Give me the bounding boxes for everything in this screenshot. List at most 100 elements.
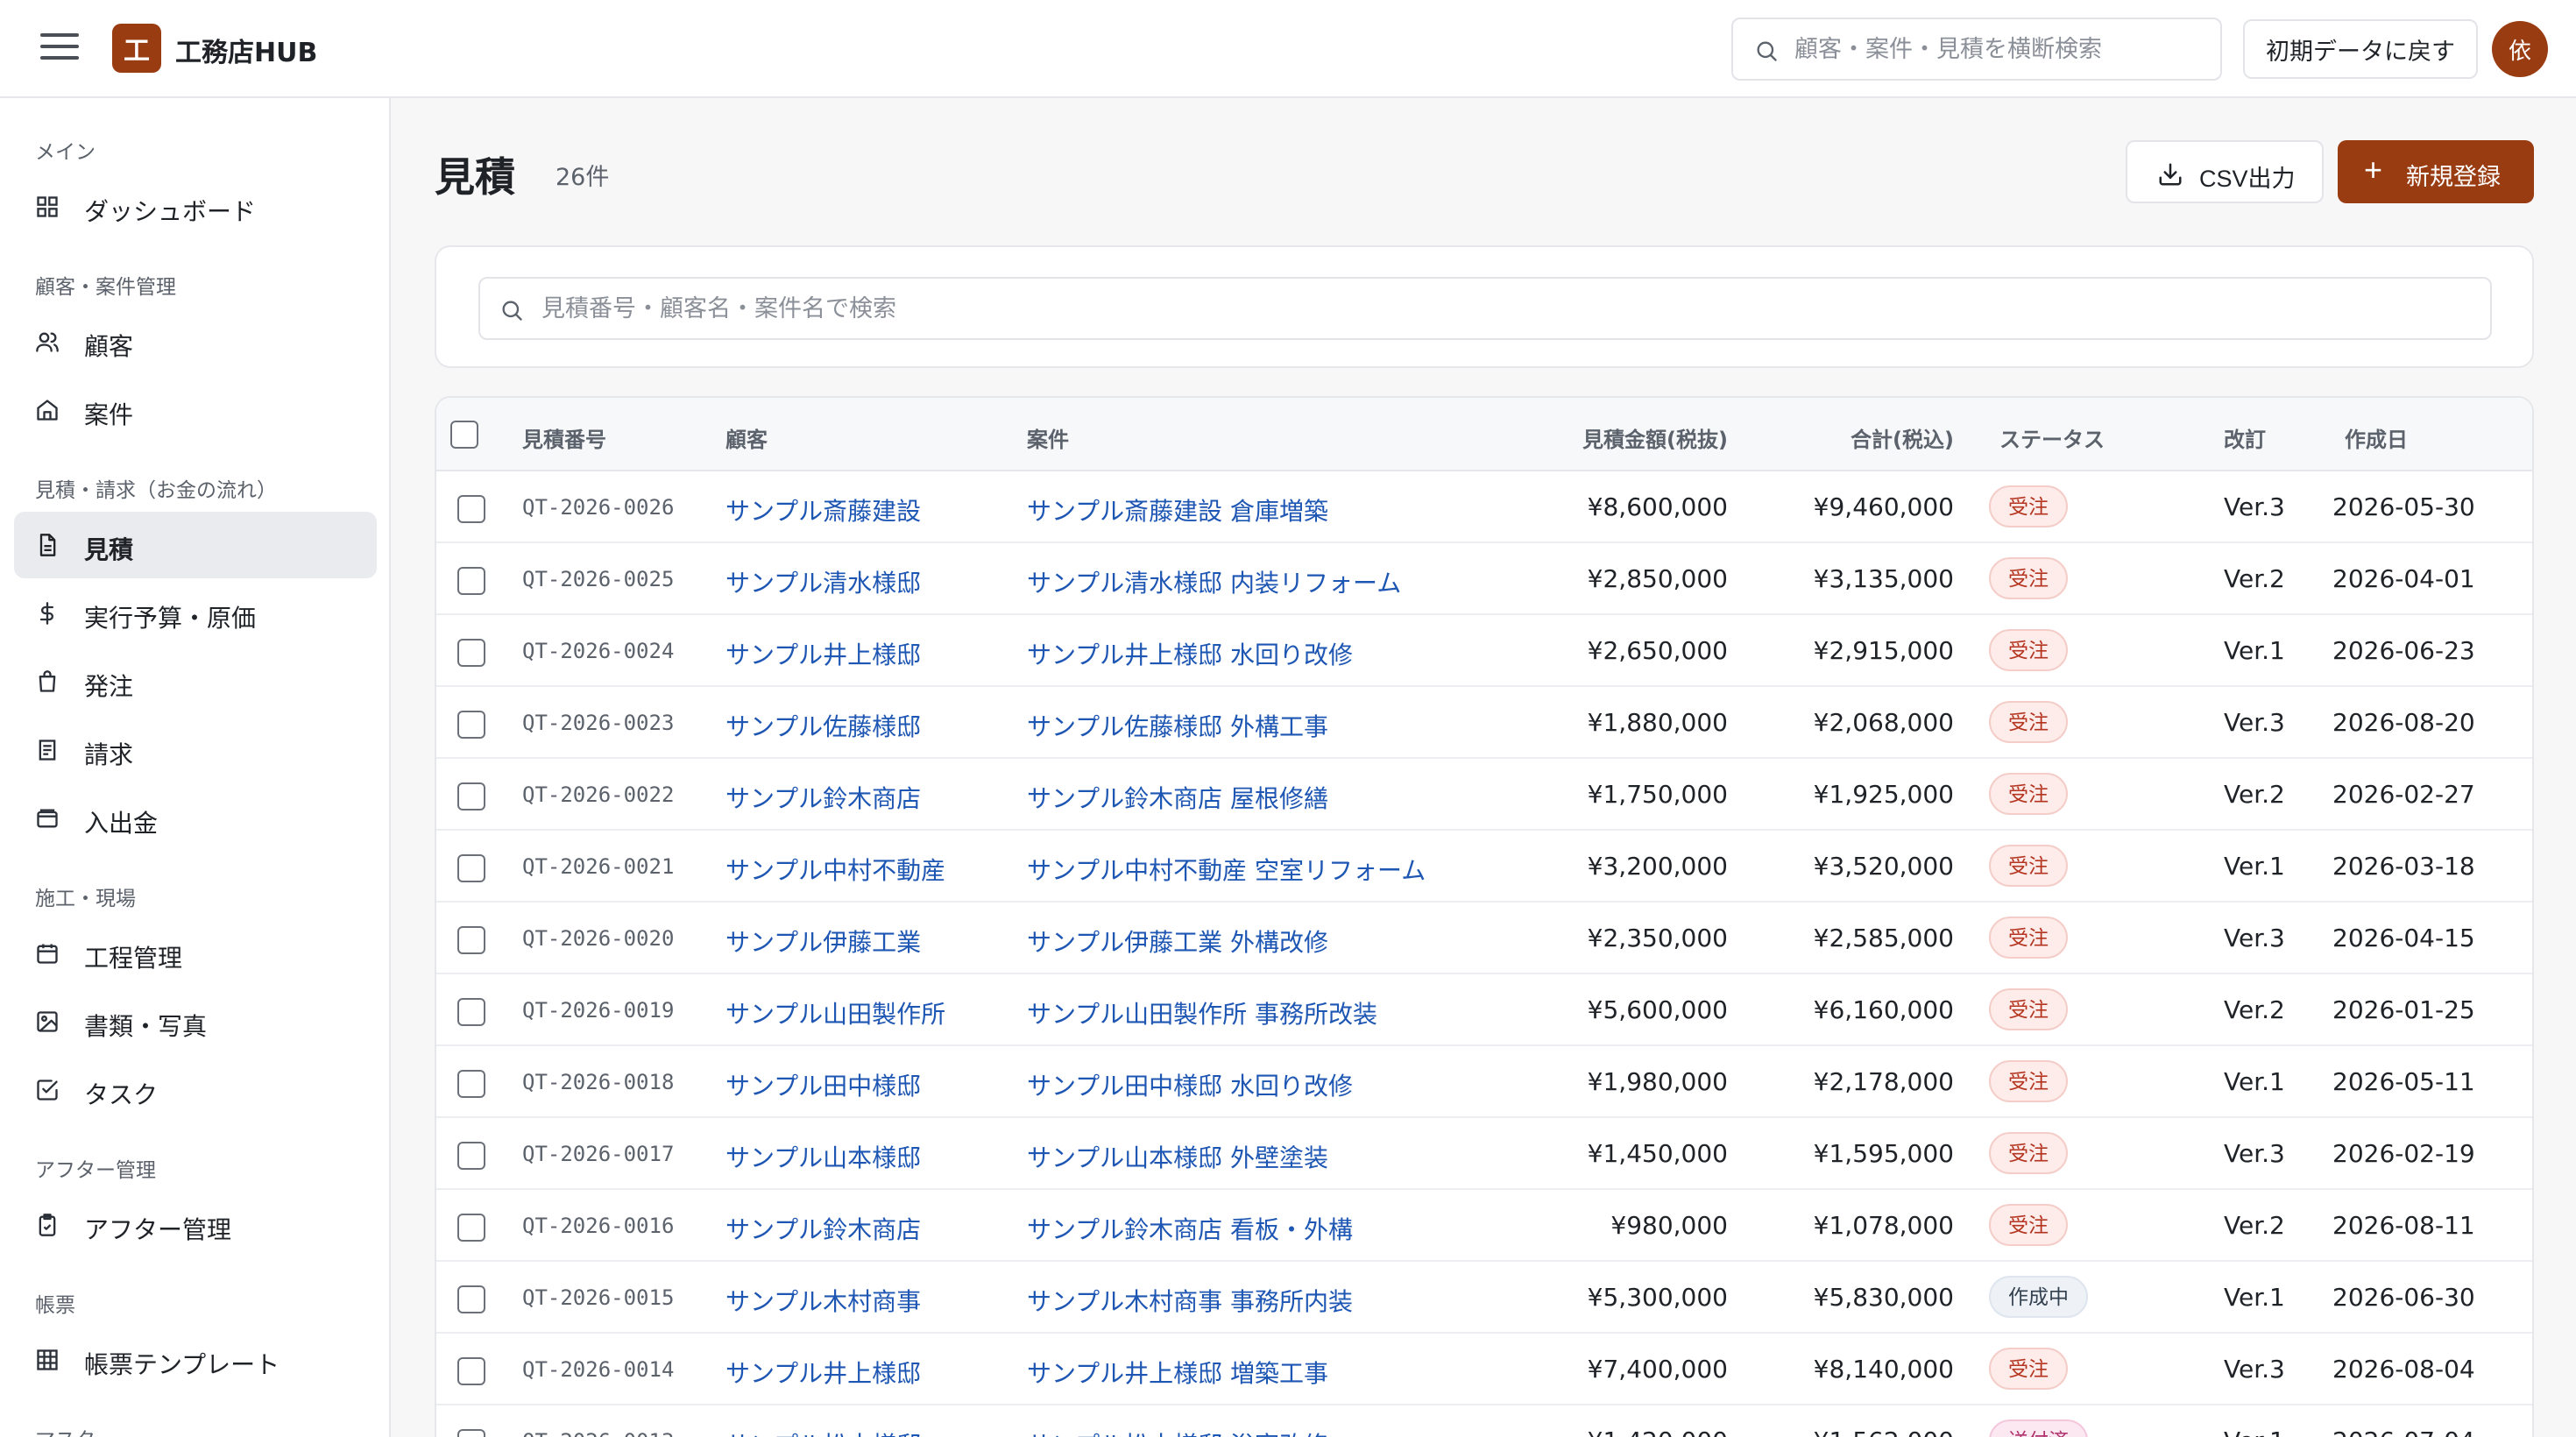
csv-export-button[interactable]: CSV出力 (2126, 140, 2324, 203)
customer-link[interactable]: サンプル中村不動産 (725, 852, 945, 887)
row-checkbox[interactable] (457, 1070, 485, 1098)
estimate-search-input[interactable] (541, 291, 2469, 326)
table-row[interactable]: QT-2026-0018 サンプル田中様邸 サンプル田中様邸 水回り改修 ¥1,980… (436, 1046, 2532, 1118)
filter-card (435, 245, 2534, 368)
customer-link[interactable]: サンプル伊藤工業 (725, 924, 921, 959)
total-amount: ¥2,915,000 (1813, 636, 1954, 665)
sidebar-item-orders[interactable]: 発注 (14, 648, 377, 715)
customer-link[interactable]: サンプル木村商事 (725, 1283, 921, 1318)
project-link[interactable]: サンプル佐藤様邸 外構工事 (1027, 708, 1328, 743)
sidebar-item-estimates[interactable]: 見積 (14, 512, 377, 578)
created-date: 2026-05-11 (2332, 1067, 2475, 1096)
row-checkbox[interactable] (457, 495, 485, 523)
sidebar-item-budget[interactable]: 実行予算・原価 (14, 580, 377, 647)
sidebar-item-documents[interactable]: 書類・写真 (14, 988, 377, 1055)
customer-link[interactable]: サンプル井上様邸 (725, 636, 921, 671)
column-header[interactable]: 改訂 (2224, 422, 2266, 453)
project-link[interactable]: サンプル木村商事 事務所内装 (1027, 1283, 1353, 1318)
row-checkbox[interactable] (457, 1142, 485, 1170)
customer-link[interactable]: サンプル山田製作所 (725, 995, 945, 1030)
sidebar-item-label: 入出金 (84, 809, 159, 838)
table-row[interactable]: QT-2026-0023 サンプル佐藤様邸 サンプル佐藤様邸 外構工事 ¥1,880,… (436, 687, 2532, 759)
sidebar-item-label: 顧客 (84, 332, 134, 361)
row-checkbox[interactable] (457, 782, 485, 811)
table-row[interactable]: QT-2026-0020 サンプル伊藤工業 サンプル伊藤工業 外構改修 ¥2,350,… (436, 903, 2532, 974)
table-row[interactable]: QT-2026-0025 サンプル清水様邸 サンプル清水様邸 内装リフォーム ¥2,8… (436, 543, 2532, 615)
customer-link[interactable]: サンプル松本様邸 (725, 1426, 921, 1437)
total-amount: ¥8,140,000 (1813, 1355, 1954, 1384)
sidebar-item-templates[interactable]: 帳票テンプレート (14, 1327, 377, 1393)
global-search-input[interactable] (1794, 32, 2206, 67)
customer-link[interactable]: サンプル田中様邸 (725, 1067, 921, 1102)
column-header[interactable]: 見積金額(税抜) (1582, 422, 1728, 453)
customer-link[interactable]: サンプル鈴木商店 (725, 1211, 921, 1246)
sidebar-item-invoices[interactable]: 請求 (14, 717, 377, 783)
project-link[interactable]: サンプル斎藤建設 倉庫増築 (1027, 492, 1328, 527)
project-link[interactable]: サンプル鈴木商店 屋根修繕 (1027, 780, 1328, 815)
customer-link[interactable]: サンプル鈴木商店 (725, 780, 921, 815)
select-all-checkbox[interactable] (450, 421, 478, 449)
project-link[interactable]: サンプル井上様邸 水回り改修 (1027, 636, 1353, 671)
menu-icon[interactable] (40, 33, 79, 63)
project-link[interactable]: サンプル山田製作所 事務所改装 (1027, 995, 1377, 1030)
customer-link[interactable]: サンプル山本様邸 (725, 1139, 921, 1174)
search-icon (1757, 41, 1777, 61)
table-row[interactable]: QT-2026-0019 サンプル山田製作所 サンプル山田製作所 事務所改装 ¥5,6… (436, 974, 2532, 1046)
customer-link[interactable]: サンプル斎藤建設 (725, 492, 921, 527)
table-row[interactable]: QT-2026-0017 サンプル山本様邸 サンプル山本様邸 外壁塗装 ¥1,450,… (436, 1118, 2532, 1190)
table-row[interactable]: QT-2026-0022 サンプル鈴木商店 サンプル鈴木商店 屋根修繕 ¥1,750,… (436, 759, 2532, 831)
column-header[interactable]: 見積番号 (522, 422, 606, 453)
table-row[interactable]: QT-2026-0015 サンプル木村商事 サンプル木村商事 事務所内装 ¥5,300… (436, 1262, 2532, 1334)
column-header[interactable]: 作成日 (2345, 422, 2408, 453)
project-link[interactable]: サンプル伊藤工業 外構改修 (1027, 924, 1328, 959)
customer-link[interactable]: サンプル清水様邸 (725, 564, 921, 599)
check-square-icon (37, 1080, 58, 1101)
customer-link[interactable]: サンプル佐藤様邸 (725, 708, 921, 743)
sidebar: メイン ダッシュボード 顧客・案件管理 顧客 案件 見積・請求（お金の流れ） 見… (0, 98, 391, 1437)
project-link[interactable]: サンプル鈴木商店 看板・外構 (1027, 1211, 1353, 1246)
sidebar-item-tasks[interactable]: タスク (14, 1057, 377, 1123)
project-link[interactable]: サンプル中村不動産 空室リフォーム (1027, 852, 1426, 887)
row-checkbox[interactable] (457, 854, 485, 882)
sidebar-item-projects[interactable]: 案件 (14, 377, 377, 443)
table-row[interactable]: QT-2026-0016 サンプル鈴木商店 サンプル鈴木商店 看板・外構 ¥980,0… (436, 1190, 2532, 1262)
column-header[interactable]: ステータス (1999, 422, 2105, 453)
column-header[interactable]: 合計(税込) (1851, 422, 1954, 453)
reset-data-button[interactable]: 初期データに戻す (2243, 19, 2478, 79)
table-row[interactable]: QT-2026-0014 サンプル井上様邸 サンプル井上様邸 増築工事 ¥7,400,… (436, 1334, 2532, 1405)
row-checkbox[interactable] (457, 567, 485, 595)
sidebar-item-schedule[interactable]: 工程管理 (14, 920, 377, 987)
column-header[interactable]: 顧客 (725, 422, 768, 453)
project-link[interactable]: サンプル清水様邸 内装リフォーム (1027, 564, 1401, 599)
receipt-icon (39, 740, 56, 761)
status-badge: 受注 (1989, 773, 2068, 815)
row-checkbox[interactable] (457, 1214, 485, 1242)
project-link[interactable]: サンプル松本様邸 浴室改修 (1027, 1426, 1328, 1437)
project-link[interactable]: サンプル山本様邸 外壁塗装 (1027, 1139, 1328, 1174)
sidebar-item-label: 発注 (84, 672, 134, 701)
sidebar-item-aftercare[interactable]: アフター管理 (14, 1192, 377, 1258)
sidebar-item-cashflow[interactable]: 入出金 (14, 785, 377, 852)
row-checkbox[interactable] (457, 1285, 485, 1313)
customer-link[interactable]: サンプル井上様邸 (725, 1355, 921, 1390)
row-checkbox[interactable] (457, 639, 485, 667)
sidebar-item-customers[interactable]: 顧客 (14, 308, 377, 375)
table-row[interactable]: QT-2026-0024 サンプル井上様邸 サンプル井上様邸 水回り改修 ¥2,650… (436, 615, 2532, 687)
row-checkbox[interactable] (457, 926, 485, 954)
project-link[interactable]: サンプル田中様邸 水回り改修 (1027, 1067, 1353, 1102)
row-checkbox[interactable] (457, 1429, 485, 1437)
table-row[interactable]: QT-2026-0013 サンプル松本様邸 サンプル松本様邸 浴室改修 ¥1,420,… (436, 1405, 2532, 1437)
column-header[interactable]: 案件 (1027, 422, 1069, 453)
sidebar-item-label: 書類・写真 (84, 1012, 208, 1041)
revision: Ver.3 (2224, 1139, 2285, 1168)
row-checkbox[interactable] (457, 998, 485, 1026)
row-checkbox[interactable] (457, 1357, 485, 1385)
table-row[interactable]: QT-2026-0021 サンプル中村不動産 サンプル中村不動産 空室リフォーム ¥3… (436, 831, 2532, 903)
project-link[interactable]: サンプル井上様邸 増築工事 (1027, 1355, 1328, 1390)
new-estimate-button[interactable]: + 新規登録 (2338, 140, 2534, 203)
row-checkbox[interactable] (457, 711, 485, 739)
estimate-number: QT-2026-0017 (522, 1142, 675, 1166)
sidebar-item-dashboard[interactable]: ダッシュボード (14, 173, 377, 240)
table-row[interactable]: QT-2026-0026 サンプル斎藤建設 サンプル斎藤建設 倉庫増築 ¥8,600,… (436, 471, 2532, 543)
user-avatar[interactable]: 依 (2492, 21, 2548, 77)
